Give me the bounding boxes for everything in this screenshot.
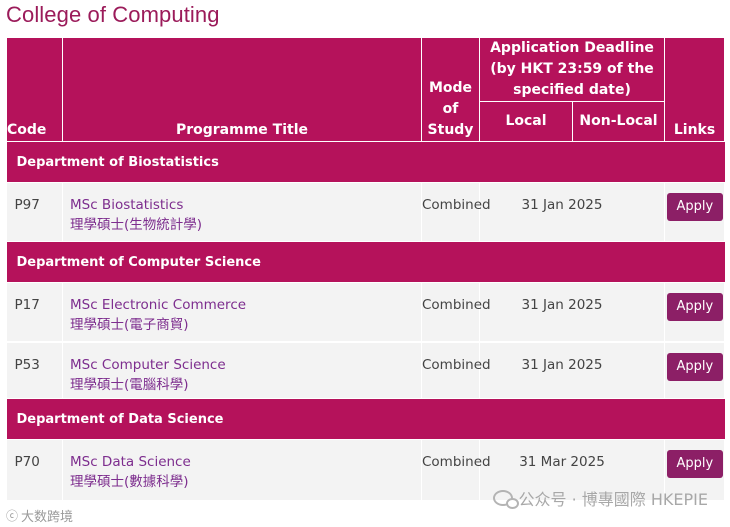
mode-of-study: Combined (421, 439, 491, 500)
header-local: Local (479, 101, 573, 142)
department-row: Department of Biostatistics (6, 141, 725, 183)
apply-button[interactable]: Apply (666, 450, 723, 478)
page-title: College of Computing (6, 2, 220, 27)
brand-mark-icon: ⓒ (6, 509, 19, 523)
wechat-watermark: 公众号 · 博專國際 HKEPIE (492, 486, 708, 510)
footer-watermark-text: 大数跨境 (21, 510, 74, 525)
header-links: Links (664, 37, 726, 142)
programme-title-chinese[interactable]: 理學碩士(電腦科學) (70, 375, 421, 395)
watermark-text: 公众号 · 博專國際 HKEPIE (518, 490, 708, 509)
apply-cell: Apply (664, 282, 726, 343)
programme-link[interactable]: MSc Computer Science (70, 355, 421, 375)
department-name: Department of Computer Science (6, 241, 725, 283)
programme-title-cell: MSc Biostatistics 理學碩士(生物統計學) (62, 182, 422, 242)
apply-button[interactable]: Apply (666, 293, 723, 321)
department-row: Department of Data Science (6, 398, 725, 440)
deadline-date: 31 Jan 2025 (479, 182, 666, 242)
apply-button[interactable]: Apply (666, 193, 723, 221)
header-application-deadline: Application Deadline (by HKT 23:59 of th… (478, 37, 666, 102)
footer-watermark: ⓒ 大数跨境 (6, 506, 73, 525)
mode-of-study: Combined (421, 182, 491, 242)
department-name: Department of Biostatistics (6, 141, 725, 183)
programme-table: Code Programme Title Mode of Study Appli… (6, 37, 726, 500)
programme-code: P97 (6, 182, 63, 242)
header-mode-of-study: Mode of Study (421, 37, 480, 142)
deadline-date: 31 Jan 2025 (479, 341, 666, 399)
programme-link[interactable]: MSc Data Science (70, 452, 421, 472)
mode-of-study: Combined (421, 341, 491, 399)
programme-title-cell: MSc Electronic Commerce 理學碩士(電子商貿) (62, 282, 422, 343)
table-row: P97 MSc Biostatistics 理學碩士(生物統計學) Combin… (6, 182, 726, 242)
programme-title-cell: MSc Data Science 理學碩士(數據科學) (62, 439, 422, 500)
department-name: Department of Data Science (6, 398, 725, 440)
apply-cell: Apply (664, 182, 726, 242)
mode-of-study: Combined (421, 282, 491, 343)
programme-title-chinese[interactable]: 理學碩士(生物統計學) (70, 215, 421, 235)
header-non-local: Non-Local (571, 101, 666, 142)
programme-title-cell: MSc Computer Science 理學碩士(電腦科學) (62, 341, 422, 399)
programme-code: P70 (6, 439, 63, 500)
header-programme-title: Programme Title (62, 37, 422, 142)
programme-title-chinese[interactable]: 理學碩士(數據科學) (70, 472, 421, 492)
deadline-date: 31 Jan 2025 (479, 282, 666, 343)
programme-link[interactable]: MSc Biostatistics (70, 195, 421, 215)
table-row: P53 MSc Computer Science 理學碩士(電腦科學) Comb… (6, 341, 726, 399)
programme-link[interactable]: MSc Electronic Commerce (70, 295, 421, 315)
table-row: P17 MSc Electronic Commerce 理學碩士(電子商貿) C… (6, 282, 726, 343)
department-row: Department of Computer Science (6, 241, 725, 283)
programme-title-chinese[interactable]: 理學碩士(電子商貿) (70, 315, 421, 335)
programme-code: P53 (6, 341, 63, 399)
programme-code: P17 (6, 282, 63, 343)
header-code: Code (6, 37, 63, 142)
apply-cell: Apply (664, 341, 726, 399)
apply-button[interactable]: Apply (666, 352, 723, 381)
wechat-icon (492, 490, 519, 509)
